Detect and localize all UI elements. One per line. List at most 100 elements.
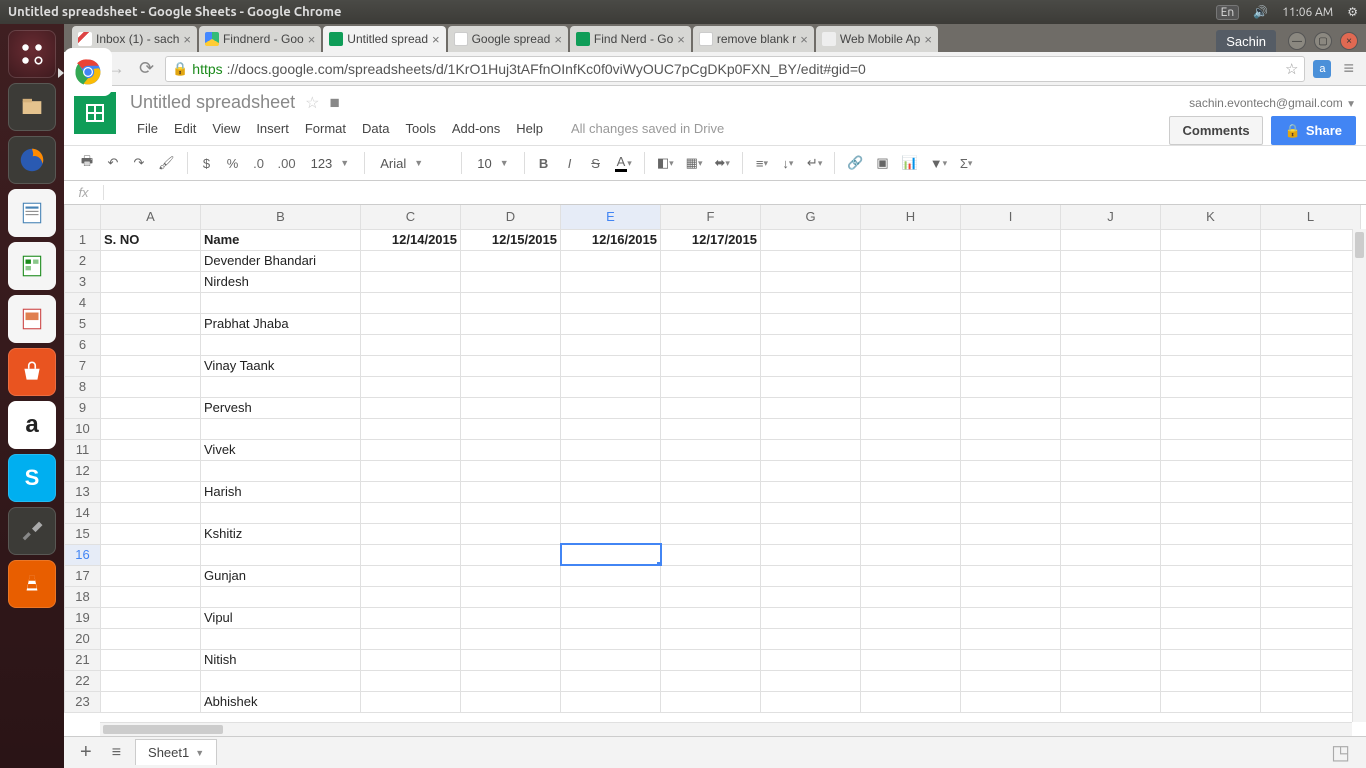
browser-tab[interactable]: Web Mobile Ap×: [816, 26, 938, 52]
cell[interactable]: Vivek: [201, 439, 361, 460]
cell[interactable]: [961, 607, 1061, 628]
chrome-menu-icon[interactable]: ≡: [1339, 58, 1358, 79]
add-sheet-button[interactable]: +: [74, 741, 98, 764]
cell[interactable]: [461, 313, 561, 334]
cell[interactable]: [661, 292, 761, 313]
cell[interactable]: Abhishek: [201, 691, 361, 712]
cell[interactable]: [1261, 460, 1361, 481]
cell[interactable]: [201, 334, 361, 355]
fill-color-icon[interactable]: ◧▾: [653, 151, 678, 175]
cell[interactable]: [661, 649, 761, 670]
wrap-icon[interactable]: ↵▾: [803, 151, 826, 175]
cell[interactable]: Harish: [201, 481, 361, 502]
cell[interactable]: [561, 607, 661, 628]
undo-icon[interactable]: ↶: [102, 151, 124, 175]
cell[interactable]: [361, 691, 461, 712]
cell[interactable]: [761, 460, 861, 481]
star-icon[interactable]: ☆: [305, 93, 319, 113]
row-header[interactable]: 21: [65, 649, 101, 670]
cell[interactable]: [761, 607, 861, 628]
cell[interactable]: [361, 418, 461, 439]
cell[interactable]: [961, 250, 1061, 271]
cell[interactable]: [761, 313, 861, 334]
cell[interactable]: [361, 607, 461, 628]
cell[interactable]: [1261, 649, 1361, 670]
cell[interactable]: [1061, 355, 1161, 376]
cell[interactable]: [961, 502, 1061, 523]
chart-icon[interactable]: 📊: [898, 151, 922, 175]
vlc-icon[interactable]: [8, 560, 56, 608]
row-header[interactable]: 8: [65, 376, 101, 397]
cell[interactable]: [361, 313, 461, 334]
cell[interactable]: [1061, 376, 1161, 397]
print-icon[interactable]: 🖶: [76, 148, 98, 178]
cell[interactable]: [1061, 292, 1161, 313]
cell[interactable]: [861, 229, 961, 250]
cell[interactable]: [101, 544, 201, 565]
cell[interactable]: [1161, 670, 1261, 691]
cell[interactable]: [201, 502, 361, 523]
row-header[interactable]: 1: [65, 229, 101, 250]
dec-decrease-icon[interactable]: .0: [248, 152, 270, 175]
calc-icon[interactable]: [8, 242, 56, 290]
cell[interactable]: [861, 271, 961, 292]
cell[interactable]: [1261, 439, 1361, 460]
cell[interactable]: [761, 271, 861, 292]
cell[interactable]: [1061, 607, 1161, 628]
cell[interactable]: [361, 649, 461, 670]
cell[interactable]: [961, 229, 1061, 250]
column-header[interactable]: B: [201, 205, 361, 229]
cell[interactable]: [1061, 628, 1161, 649]
extension-icon[interactable]: a: [1313, 60, 1331, 78]
currency-icon[interactable]: $: [196, 152, 218, 175]
column-header[interactable]: C: [361, 205, 461, 229]
cell[interactable]: [561, 481, 661, 502]
cell[interactable]: [361, 271, 461, 292]
cell[interactable]: [861, 334, 961, 355]
number-format-dropdown[interactable]: 123▼: [304, 153, 357, 174]
cell[interactable]: [1161, 250, 1261, 271]
url-field[interactable]: 🔒 https://docs.google.com/spreadsheets/d…: [165, 56, 1305, 82]
cell[interactable]: [1161, 229, 1261, 250]
cell[interactable]: [561, 565, 661, 586]
cell[interactable]: [561, 397, 661, 418]
cell[interactable]: [1061, 502, 1161, 523]
cell[interactable]: [1261, 418, 1361, 439]
cell[interactable]: [461, 628, 561, 649]
cell[interactable]: [1261, 334, 1361, 355]
cell[interactable]: [101, 670, 201, 691]
row-header[interactable]: 23: [65, 691, 101, 712]
cell[interactable]: [101, 376, 201, 397]
cell[interactable]: [761, 355, 861, 376]
cell[interactable]: [201, 376, 361, 397]
cell[interactable]: Vipul: [201, 607, 361, 628]
italic-icon[interactable]: I: [559, 152, 581, 175]
column-header[interactable]: D: [461, 205, 561, 229]
vertical-scrollbar[interactable]: [1352, 229, 1366, 722]
cell[interactable]: [1261, 376, 1361, 397]
halign-icon[interactable]: ≡▾: [751, 152, 773, 175]
cell[interactable]: [861, 544, 961, 565]
cell[interactable]: [361, 250, 461, 271]
cell[interactable]: [861, 292, 961, 313]
cell[interactable]: [961, 376, 1061, 397]
window-minimize-icon[interactable]: —: [1288, 32, 1306, 50]
cell[interactable]: [1261, 355, 1361, 376]
amazon-icon[interactable]: a: [8, 401, 56, 449]
cell[interactable]: [561, 334, 661, 355]
menu-format[interactable]: Format: [298, 117, 353, 140]
cell[interactable]: [1061, 670, 1161, 691]
cell[interactable]: [761, 334, 861, 355]
cell[interactable]: [761, 691, 861, 712]
cell[interactable]: [1261, 628, 1361, 649]
browser-tab[interactable]: Google spread×: [448, 26, 568, 52]
cell[interactable]: [661, 523, 761, 544]
cell[interactable]: [761, 649, 861, 670]
cell[interactable]: [101, 502, 201, 523]
cell[interactable]: [961, 397, 1061, 418]
cell[interactable]: [101, 691, 201, 712]
cell[interactable]: [561, 586, 661, 607]
cell[interactable]: [1061, 565, 1161, 586]
cell[interactable]: [861, 250, 961, 271]
cell[interactable]: [201, 544, 361, 565]
